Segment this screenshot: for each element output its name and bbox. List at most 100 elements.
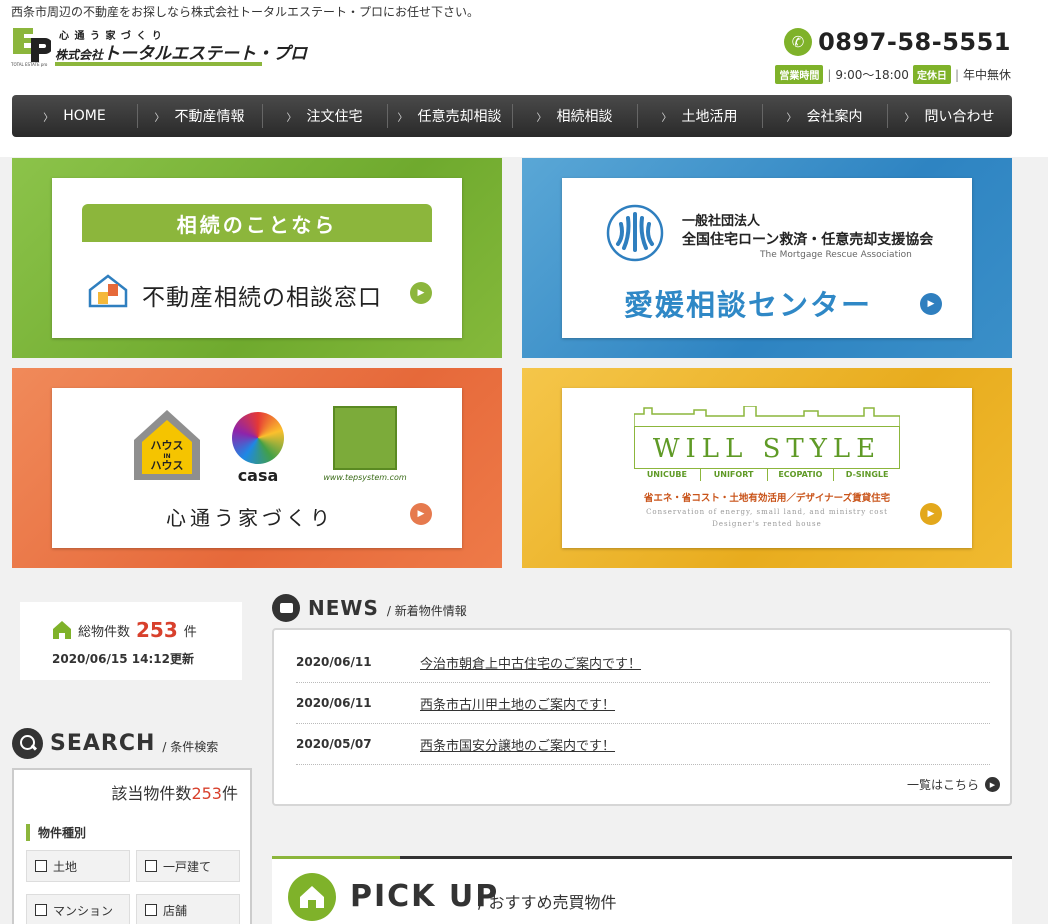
- property-count-box: 総物件数 253 件 2020/06/15 14:12更新: [20, 602, 242, 680]
- checkbox-icon: [35, 860, 47, 872]
- kind-checkbox-house[interactable]: 一戸建て: [136, 850, 240, 882]
- search-icon: [12, 728, 43, 759]
- nav-label: HOME: [63, 108, 106, 124]
- news-subtitle: / 新着物件情報: [386, 603, 467, 618]
- banner-will-style[interactable]: WILL STYLE UNICUBE UNIFORT ECOPATIO D-SI…: [522, 368, 1012, 568]
- site-logo[interactable]: TOTAL ESTATE pro 心 通 う 家 づ く り 株式会社トータルエ…: [11, 24, 307, 68]
- hit-unit: 件: [221, 784, 238, 803]
- type-label: UNIFORT: [701, 469, 768, 481]
- play-arrow-icon: ▶: [920, 503, 942, 525]
- nav-label: 土地活用: [681, 109, 738, 125]
- will-style-types: UNICUBE UNIFORT ECOPATIO D-SINGLE: [634, 468, 900, 481]
- chevron-right-icon: 〉: [154, 112, 165, 124]
- chevron-right-icon: 〉: [286, 112, 297, 124]
- news-date: 2020/06/11: [296, 696, 372, 710]
- count-unit: 件: [183, 625, 197, 640]
- nav-label: 注文住宅: [306, 109, 363, 125]
- nav-company[interactable]: 〉会社案内: [762, 95, 887, 137]
- home-icon: [53, 621, 71, 639]
- type-label: UNICUBE: [634, 469, 701, 481]
- nav-label: 問い合わせ: [924, 109, 995, 125]
- nav-label: 任意売却相談: [417, 109, 502, 125]
- banner-inheritance[interactable]: 相続のことなら 不動産相続の相談窓口 ▶: [12, 158, 502, 358]
- banner-mortgage-rescue[interactable]: 一般社団法人 全国住宅ローン救済・任意売却支援協会 The Mortgage R…: [522, 158, 1012, 358]
- property-kind-label: 物件種別: [26, 824, 86, 841]
- count-updated: 2020/06/15 14:12更新: [52, 652, 194, 666]
- will-style-en-2: Designer's rented house: [712, 520, 822, 528]
- org-type: 一般社団法人: [682, 214, 761, 229]
- banner-text: 愛媛相談センター: [624, 288, 873, 322]
- news-more-label: 一覧はこちら: [906, 778, 979, 792]
- pickup-title: PICK UP: [350, 879, 500, 914]
- will-style-title: WILL STYLE: [652, 434, 882, 464]
- will-style-jp: 省エネ・省コスト・土地有効活用／デザイナーズ賃貸住宅: [643, 493, 891, 504]
- pickup-subtitle: / おすすめ売買物件: [478, 893, 617, 912]
- news-heading: NEWS / 新着物件情報: [272, 594, 467, 622]
- separator: |: [954, 67, 959, 82]
- kind-checkbox-mansion[interactable]: マンション: [26, 894, 130, 924]
- play-arrow-icon: ▶: [410, 503, 432, 525]
- chevron-right-icon: 〉: [397, 112, 408, 124]
- banner-text: 心通う家づくり: [166, 506, 334, 530]
- banner-text: 不動産相続の相談窓口: [142, 285, 382, 311]
- nav-land-use[interactable]: 〉土地活用: [637, 95, 762, 137]
- news-more-link[interactable]: 一覧はこちら ▶: [907, 776, 1000, 793]
- map-icon: [333, 406, 397, 470]
- news-list: 2020/06/11 今治市朝倉上中古住宅のご案内です！ 2020/06/11 …: [272, 628, 1012, 806]
- banner-card: 相続のことなら 不動産相続の相談窓口 ▶: [52, 178, 462, 338]
- chevron-right-icon: 〉: [786, 112, 797, 124]
- house-icon: [88, 274, 128, 308]
- logo-word-bottom: ハウス: [151, 459, 184, 472]
- news-link[interactable]: 西条市国安分譲地のご案内です！: [420, 735, 615, 754]
- nav-label: 不動産情報: [174, 109, 245, 125]
- logo-name: トータルエステート・プロ: [103, 44, 308, 64]
- logo-underline: [55, 62, 262, 66]
- kind-label: 一戸建て: [163, 859, 212, 874]
- type-label: D-SINGLE: [845, 470, 889, 479]
- phone-icon: ✆: [784, 28, 813, 56]
- checkbox-icon: [145, 860, 157, 872]
- casa-ball-icon: [232, 412, 284, 464]
- banner-card: 一般社団法人 全国住宅ローン救済・任意売却支援協会 The Mortgage R…: [562, 178, 972, 338]
- pickup-accent-bar: [272, 856, 400, 859]
- play-arrow-icon: ▶: [410, 282, 432, 304]
- count-label: 総物件数: [78, 625, 131, 640]
- hours-text: 9:00〜18:00: [835, 68, 909, 82]
- association-logo-icon: [606, 204, 664, 262]
- pickup-section: PICK UP / おすすめ売買物件: [272, 856, 1012, 924]
- nav-contact[interactable]: 〉問い合わせ: [887, 95, 1012, 137]
- casa-logo: casa: [228, 412, 288, 486]
- hit-label: 該当物件数: [111, 784, 192, 803]
- separator: |: [827, 67, 832, 82]
- news-link[interactable]: 西条市古川甲土地のご案内です！: [420, 694, 615, 713]
- business-hours: 営業時間 | 9:00〜18:00 定休日 | 年中無休: [775, 65, 1011, 84]
- arrow-right-icon: ▶: [985, 777, 1000, 792]
- nav-voluntary-sale[interactable]: 〉任意売却相談: [387, 95, 512, 137]
- hit-number: 253: [191, 784, 222, 803]
- holiday-text: 年中無休: [962, 68, 1011, 82]
- global-nav: 〉 HOME 〉不動産情報 〉注文住宅 〉任意売却相談 〉相続相談 〉土地活用 〉…: [12, 95, 1012, 137]
- phone-contact[interactable]: ✆ 0897-58-5551: [784, 28, 1011, 56]
- nav-home[interactable]: 〉 HOME: [12, 95, 137, 137]
- will-style-en-1: Conservation of energy, small land, and …: [646, 508, 888, 516]
- nav-custom-home[interactable]: 〉注文住宅: [262, 95, 387, 137]
- news-item: 2020/06/11 西条市古川甲土地のご案内です！: [296, 683, 990, 724]
- news-link[interactable]: 今治市朝倉上中古住宅のご案内です！: [420, 653, 641, 672]
- tep-url: www.tepsystem.com: [323, 473, 407, 482]
- kind-checkbox-land[interactable]: 土地: [26, 850, 130, 882]
- play-arrow-icon: ▶: [920, 293, 942, 315]
- banner-housebuilding[interactable]: ハウス IN ハウス casa www.tepsystem.com 心通う家づく…: [12, 368, 502, 568]
- property-count: 総物件数 253 件: [52, 620, 197, 640]
- checkbox-icon: [145, 904, 157, 916]
- tep-system-logo: www.tepsystem.com: [310, 406, 420, 488]
- logo-word-top: ハウス: [151, 439, 184, 452]
- chevron-right-icon: 〉: [43, 112, 54, 124]
- news-item: 2020/05/07 西条市国安分譲地のご案内です！: [296, 724, 990, 765]
- nav-real-estate[interactable]: 〉不動産情報: [137, 95, 262, 137]
- kind-checkbox-shop[interactable]: 店舗: [136, 894, 240, 924]
- nav-inheritance[interactable]: 〉相続相談: [512, 95, 637, 137]
- banner-card: WILL STYLE UNICUBE UNIFORT ECOPATIO D-SI…: [562, 388, 972, 548]
- site-tagline: 西条市周辺の不動産をお探しなら株式会社トータルエステート・プロにお任せ下さい。: [11, 5, 480, 19]
- news-item: 2020/06/11 今治市朝倉上中古住宅のご案内です！: [296, 642, 990, 683]
- count-number: 253: [136, 618, 178, 642]
